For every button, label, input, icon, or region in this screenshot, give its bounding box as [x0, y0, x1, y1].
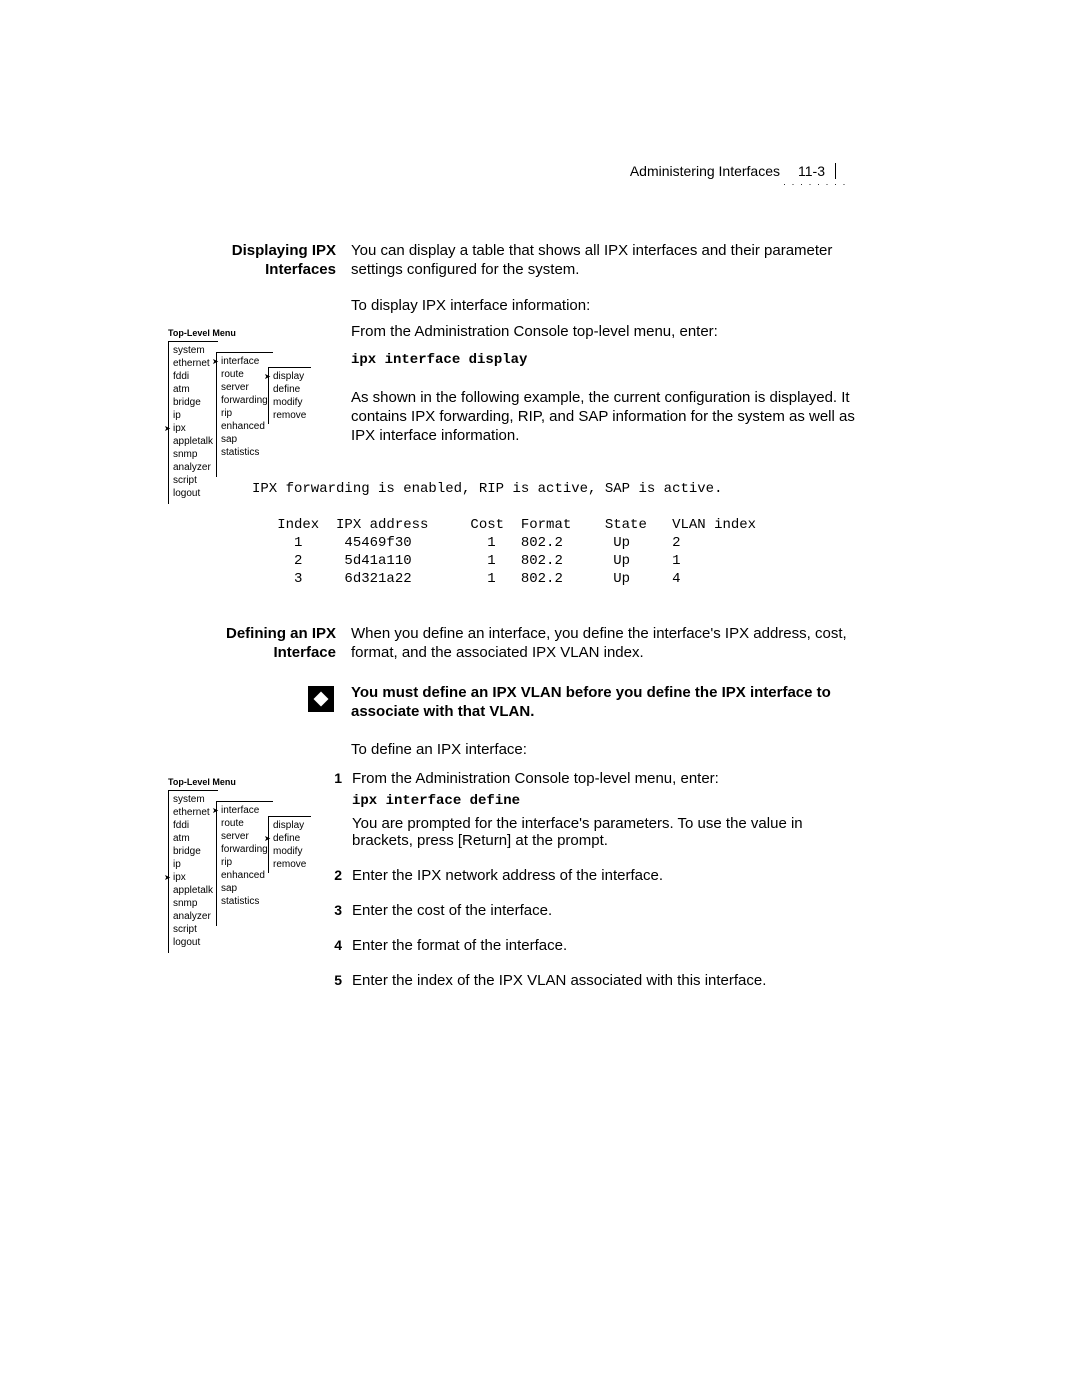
- s1-p4: As shown in the following example, the c…: [351, 388, 856, 445]
- page-number: 11-3: [798, 163, 836, 179]
- step-number: 5: [326, 972, 342, 989]
- page-header: Administering Interfaces 11-3: [630, 163, 848, 179]
- step-number: 4: [326, 937, 342, 954]
- step-1a: From the Administration Console top-leve…: [352, 770, 856, 787]
- step-2: Enter the IPX network address of the int…: [352, 867, 856, 884]
- menu-col2: interface route server forwarding rip en…: [216, 801, 273, 926]
- menu-item-ipx: ipx: [173, 422, 213, 435]
- menu-col3: display define modify remove: [268, 367, 311, 424]
- section-heading-defining-ipx: Defining an IPX Interface: [206, 624, 336, 662]
- decorative-dots: · · · · · · · ·: [783, 179, 847, 189]
- menu-item-display: display: [273, 370, 306, 383]
- s1-p1: You can display a table that shows all I…: [351, 241, 856, 279]
- menu-item-interface: interface: [221, 804, 268, 817]
- document-page: Administering Interfaces 11-3 · · · · · …: [0, 0, 1080, 1397]
- menu-item-ipx: ipx: [173, 871, 213, 884]
- s2-p2: To define an IPX interface:: [351, 740, 856, 759]
- step-number: 3: [326, 902, 342, 919]
- menu-diagram-display: Top-Level Menu system ethernet fddi atm …: [168, 327, 328, 507]
- s1-p2: To display IPX interface information:: [351, 296, 856, 315]
- menu-label: Top-Level Menu: [168, 327, 328, 340]
- step-5: Enter the index of the IPX VLAN associat…: [352, 972, 856, 989]
- step-1b: You are prompted for the interface's par…: [352, 815, 856, 849]
- important-note: You must define an IPX VLAN before you d…: [351, 683, 856, 721]
- menu-item-interface: interface: [221, 355, 268, 368]
- s2-command: ipx interface define: [352, 793, 856, 809]
- menu-diagram-define: Top-Level Menu system ethernet fddi atm …: [168, 776, 328, 956]
- s1-p3: From the Administration Console top-leve…: [351, 322, 856, 341]
- s1-command: ipx interface display: [351, 352, 856, 368]
- menu-col1: system ethernet fddi atm bridge ip ipx a…: [168, 790, 218, 953]
- step-number: 1: [326, 770, 342, 787]
- menu-label: Top-Level Menu: [168, 776, 328, 789]
- section-heading-displaying-ipx: Displaying IPX Interfaces: [206, 241, 336, 279]
- step-number: 2: [326, 867, 342, 884]
- step-4: Enter the format of the interface.: [352, 937, 856, 954]
- step-list: 1 From the Administration Console top-le…: [326, 770, 856, 1007]
- info-icon: [308, 686, 334, 712]
- menu-col3: display define modify remove: [268, 816, 311, 873]
- header-title: Administering Interfaces: [630, 163, 780, 179]
- step-3: Enter the cost of the interface.: [352, 902, 856, 919]
- ipx-example-output: IPX forwarding is enabled, RIP is active…: [252, 480, 872, 588]
- menu-item-define: define: [273, 832, 306, 845]
- s2-p1: When you define an interface, you define…: [351, 624, 856, 662]
- menu-col1: system ethernet fddi atm bridge ip ipx a…: [168, 341, 218, 504]
